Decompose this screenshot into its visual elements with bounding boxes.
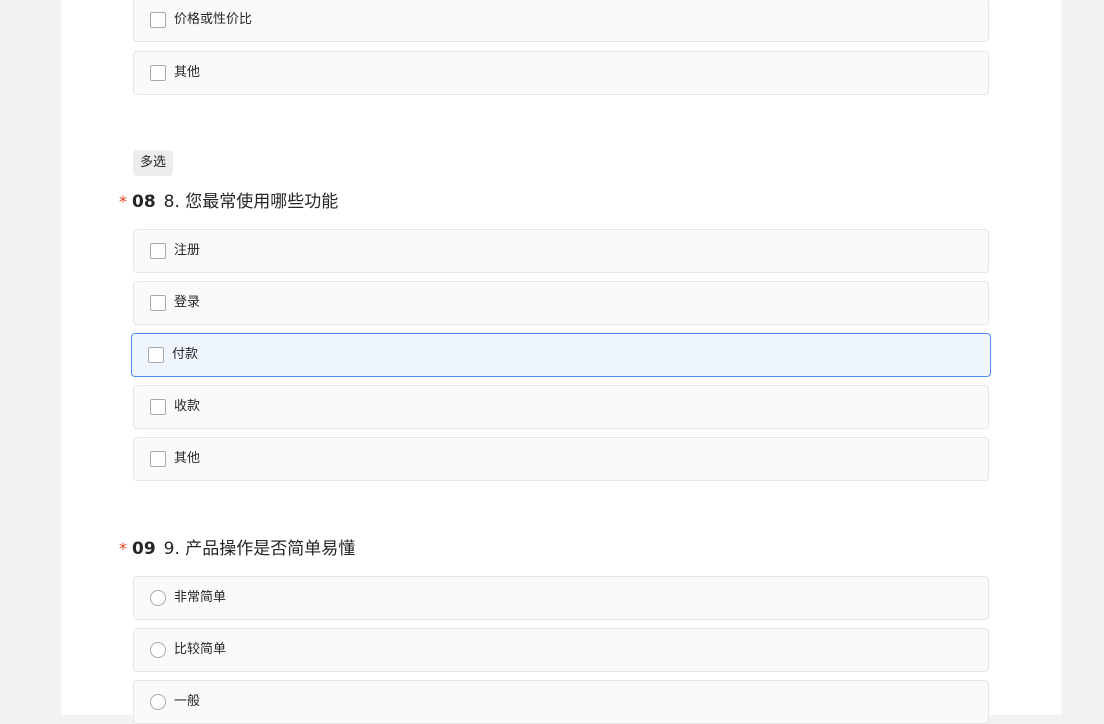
checkbox[interactable] (150, 451, 166, 467)
checkbox[interactable] (150, 65, 166, 81)
question-text: 9. 产品操作是否简单易懂 (163, 539, 356, 559)
option-label: 注册 (174, 243, 201, 258)
q8-option-other[interactable]: 其他 (133, 437, 989, 481)
q7-option-price[interactable]: 价格或性价比 (133, 0, 989, 42)
option-label: 价格或性价比 (174, 12, 253, 27)
radio-button[interactable] (150, 694, 166, 710)
question-number: 08 (132, 192, 156, 212)
survey-sheet: 价格或性价比 其他 多选 * 08 8. 您最常使用哪些功能 注册 登录 付款 收款… (61, 0, 1061, 724)
question-title: * 09 9. 产品操作是否简单易懂 (119, 537, 355, 561)
q7-option-other[interactable]: 其他 (133, 51, 989, 95)
option-label: 比较简单 (174, 642, 227, 657)
q8-option-register[interactable]: 注册 (133, 229, 989, 273)
q9-option-fairly-simple[interactable]: 比较简单 (133, 628, 989, 672)
option-label: 非常简单 (174, 590, 227, 605)
question-number: 09 (132, 539, 156, 559)
q9-option-very-simple[interactable]: 非常简单 (133, 576, 989, 620)
option-label: 一般 (174, 694, 201, 709)
question-text: 8. 您最常使用哪些功能 (163, 192, 339, 212)
q8-option-login[interactable]: 登录 (133, 281, 989, 325)
question-title: * 08 8. 您最常使用哪些功能 (119, 190, 338, 214)
checkbox[interactable] (150, 399, 166, 415)
radio-button[interactable] (150, 642, 166, 658)
radio-button[interactable] (150, 590, 166, 606)
option-label: 收款 (174, 399, 201, 414)
multi-select-tag: 多选 (133, 150, 174, 176)
q9-option-average[interactable]: 一般 (133, 680, 989, 724)
option-label: 付款 (172, 347, 199, 362)
q8-option-receive[interactable]: 收款 (133, 385, 989, 429)
required-mark: * (119, 192, 127, 211)
required-mark: * (119, 539, 127, 558)
q8-option-payment[interactable]: 付款 (131, 333, 991, 377)
option-label: 其他 (174, 65, 201, 80)
checkbox[interactable] (150, 295, 166, 311)
checkbox[interactable] (148, 347, 164, 363)
option-label: 其他 (174, 451, 201, 466)
checkbox[interactable] (150, 12, 166, 28)
checkbox[interactable] (150, 243, 166, 259)
option-label: 登录 (174, 295, 201, 310)
